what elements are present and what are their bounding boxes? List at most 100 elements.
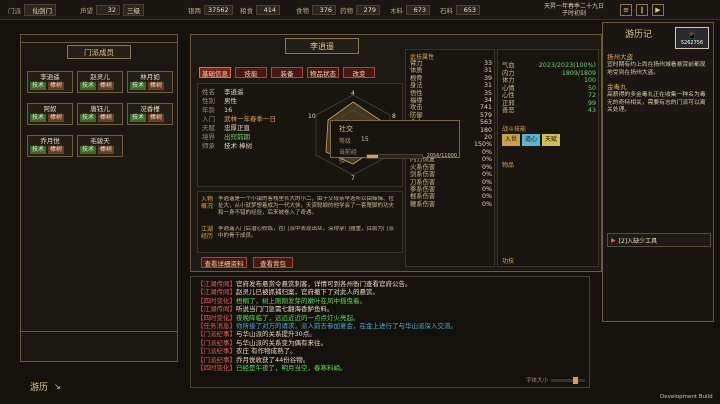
members-title: 门派成员 <box>67 45 131 59</box>
stat-value: 0% <box>482 185 492 193</box>
stat-value: 0% <box>482 178 492 186</box>
menu-icon[interactable]: ≡ <box>620 4 632 16</box>
member-tag-1: 技术 <box>80 82 97 90</box>
date-text: 天昇一年春季二十九日 <box>543 3 604 10</box>
slider-thumb[interactable] <box>573 376 578 384</box>
member-tag-2: 棒树 <box>48 114 65 122</box>
character-name: 李逍遥 <box>310 41 334 51</box>
bio-label-2: 江湖经历 <box>201 226 214 240</box>
sect-level: 三级 <box>123 4 144 16</box>
member-name: 林月如 <box>140 73 160 81</box>
tab-1[interactable]: 技能 <box>235 67 267 78</box>
game-clock: 天昇一年春季二十九日 子时初刻 <box>534 3 614 17</box>
skill-tag[interactable]: 天赋 <box>542 134 561 146</box>
member-card[interactable]: 毛骏天 技术 棒树 <box>77 135 123 157</box>
skill-section-title: 战斗技能 <box>502 126 527 133</box>
resource-label: 食物 <box>296 7 309 15</box>
view-details-button[interactable]: 查看详细资料 <box>201 257 247 268</box>
log-line: 【门派纪事】乔月悦收获了44份谷物。 <box>197 356 585 364</box>
member-card[interactable]: 况香槿 技术 棒树 <box>127 103 173 125</box>
info-value: 技术 棒树 <box>224 142 253 150</box>
info-key: 姓名 <box>202 88 215 96</box>
stat-row: 体质 31 <box>410 67 492 74</box>
member-card[interactable]: 林月如 技术 棒树 <box>127 71 173 93</box>
time-text: 子时初刻 <box>561 10 586 17</box>
tab-2[interactable]: 装备 <box>271 67 303 78</box>
member-name: 毛骏天 <box>90 137 110 145</box>
member-tag-2: 棒树 <box>48 82 65 90</box>
social-level-row: 等级 15 <box>339 136 457 145</box>
stat-value: 579 <box>479 111 492 119</box>
info-key: 入门 <box>202 115 215 123</box>
stat-row: 鞭系伤害 0% <box>410 201 492 208</box>
member-name: 李逍遥 <box>40 73 60 81</box>
view-bag-button[interactable]: 查看背包 <box>253 257 293 268</box>
resource-3: 药物 279 <box>340 4 380 16</box>
pause-icon[interactable]: ∥ <box>636 4 648 16</box>
character-name-banner: 李逍遥 <box>285 38 359 54</box>
stat-value: 0% <box>482 148 492 156</box>
log-line: 【门派纪事】与华山派的关系提升30点。 <box>197 330 585 338</box>
member-name: 赵灵儿 <box>90 73 110 81</box>
member-tags: 技术 棒树 <box>78 146 122 154</box>
journal-entry-body: 宜时期有约上尚在扬州城看悬赏前都现地受到在扬州大盗。 <box>607 62 706 76</box>
tab-3[interactable]: 物品状态 <box>307 67 339 78</box>
stat-value: 34 <box>483 97 492 105</box>
travel-journal-panel: 游历记 📱 5262756 扬州大盗 宜时期有约上尚在扬州城看悬赏前都现地受到在扬… <box>602 22 714 322</box>
info-value: 男性 <box>224 97 237 105</box>
stat-value: 0% <box>482 171 492 179</box>
member-tag-2: 棒树 <box>98 82 115 90</box>
journal-task-item[interactable]: ▶ [2]入缺少工具 <box>607 233 711 247</box>
sect-name-box[interactable]: 门派 仙剑门 <box>8 4 56 16</box>
log-text: 与华山派的关系提升30点。 <box>236 330 316 339</box>
member-tag-1: 技术 <box>130 82 147 90</box>
stat-key: 刀系伤害 <box>410 178 436 186</box>
member-card[interactable]: 李逍遥 技术 棒树 <box>27 71 73 93</box>
tab-4[interactable]: 改变 <box>343 67 375 78</box>
journal-entry-head: 金毒丸 <box>607 83 627 91</box>
stat-value: 0% <box>482 200 492 208</box>
member-tag-2: 棒树 <box>98 114 115 122</box>
stat-key: 攻击 <box>410 104 423 112</box>
log-text: 已经是午夜了，明月当空，春寒料峭。 <box>236 364 347 373</box>
member-card[interactable]: 阿奴 技术 棒树 <box>27 103 73 125</box>
info-key: 师承 <box>202 142 215 150</box>
radar-top: 4 <box>351 90 355 97</box>
info-value: 16 <box>224 106 233 114</box>
font-size-slider[interactable] <box>551 376 585 384</box>
journal-entry[interactable]: 扬州大盗 宜时期有约上尚在扬州城看悬赏前都现地受到在扬州大盗。 <box>607 53 711 77</box>
info-row: 天赋 忠厚正直 <box>202 124 276 133</box>
skill-tag[interactable]: 入世 <box>502 134 521 146</box>
member-tag-1: 技术 <box>30 114 47 122</box>
log-tag: 【门派纪事】 <box>197 330 236 339</box>
social-exp-row: 当前经验 2056/11000 <box>339 147 457 165</box>
member-tag-1: 技术 <box>80 114 97 122</box>
journal-entry[interactable]: 金毒丸 高薪得的多金毒丸正在收集一种名为毒无的奇特相关，需要有志的门派可以离关处理… <box>607 83 711 115</box>
event-log[interactable]: 【江湖传闻】官府发布悬赏令悬赏刺客，详情可到各州衙门查看官府公告。 【江湖传闻】赵… <box>190 276 590 388</box>
member-card[interactable]: 唐钰儿 技术 棒树 <box>77 103 123 125</box>
social-exp-fill <box>367 154 378 158</box>
log-tag: 【门派纪事】 <box>197 347 236 356</box>
log-line: 【江湖传闻】官府发布悬赏令悬赏刺客，详情可到各州衙门查看官府公告。 <box>197 280 585 288</box>
log-line: 【四时变化】梧桐了，树上刚刚发芽的嫩叶在风中摇曳着。 <box>197 297 585 305</box>
member-card[interactable]: 赵灵儿 技术 棒树 <box>77 71 123 93</box>
stat-row: 身法 31 <box>410 82 492 89</box>
stat-row: 体力 100 <box>502 77 596 84</box>
bio-label-1: 入物概况 <box>201 196 214 210</box>
skill-tag[interactable]: 道心 <box>522 134 541 146</box>
log-text: 赵灵儿已被抓捕归案，官府撤下了对此人的悬赏。 <box>236 288 379 297</box>
member-name: 况香槿 <box>140 105 160 113</box>
info-value: 武林一年春季一日 <box>224 115 276 123</box>
prestige-value: 32 <box>96 5 120 15</box>
info-row: 姓名 李逍遥 <box>202 88 276 97</box>
stat-row: 心性 72 <box>502 92 596 99</box>
stat-row: 心情 50 <box>502 85 596 92</box>
journal-entry-head: 扬州大盗 <box>607 53 633 61</box>
member-card[interactable]: 乔月悦 技术 棒树 <box>27 135 73 157</box>
hp-label: 气血 <box>502 62 515 69</box>
play-icon[interactable]: ▶ <box>652 4 664 16</box>
tab-0[interactable]: 基础信息 <box>199 67 231 78</box>
member-tag-2: 棒树 <box>148 82 165 90</box>
member-tags: 技术 棒树 <box>28 114 72 122</box>
travel-tab[interactable]: 游历 ↘ <box>30 378 100 394</box>
